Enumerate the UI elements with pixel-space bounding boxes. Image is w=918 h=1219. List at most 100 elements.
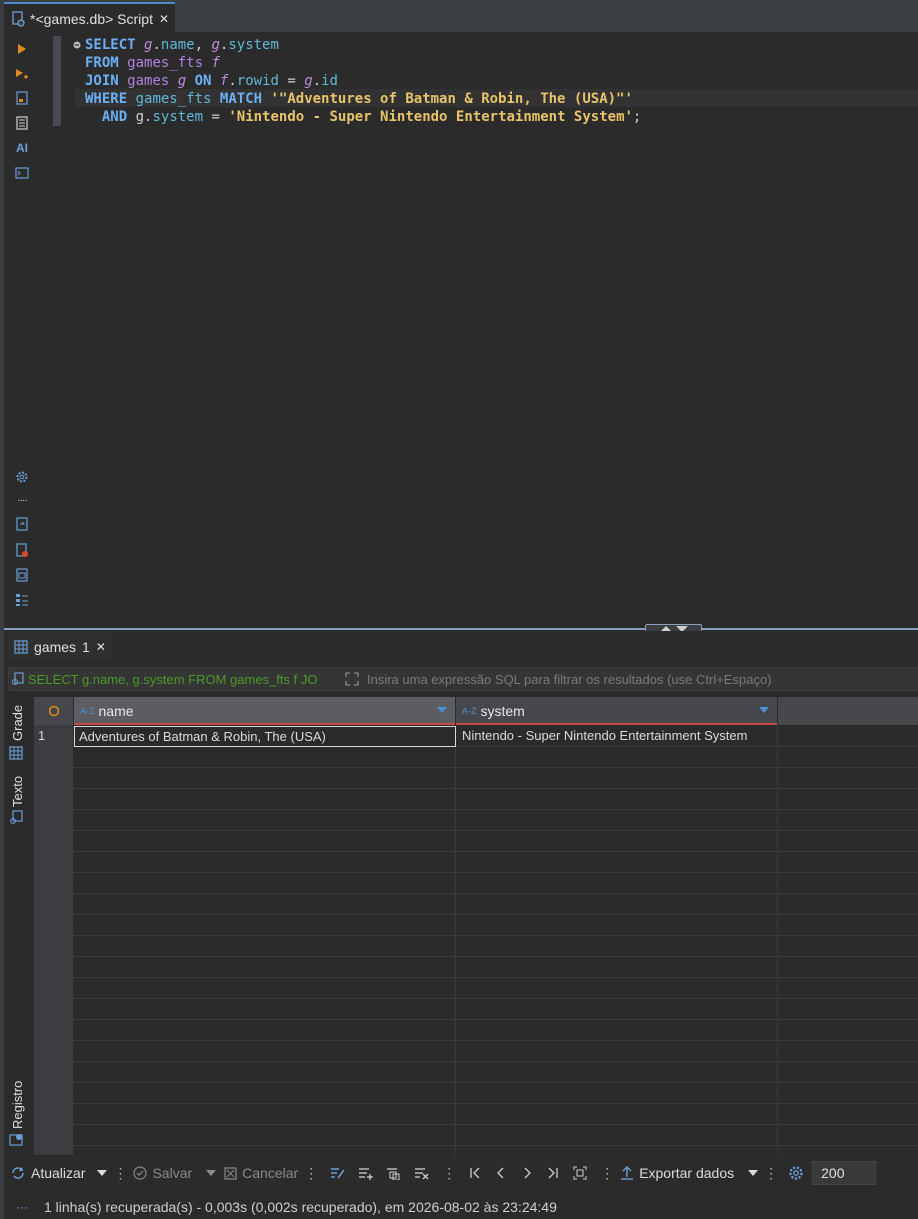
sql-line-2: FROM games_fts f — [85, 54, 220, 72]
problems-icon[interactable] — [14, 542, 30, 558]
record-view-icon[interactable] — [9, 1132, 23, 1146]
sort-filter-dropdown-icon[interactable] — [437, 707, 447, 713]
sql-column: name — [160, 37, 195, 53]
next-page-icon[interactable] — [521, 1166, 533, 1180]
row-divider — [34, 767, 918, 768]
sql-line-3: JOIN games g ON f.rowid = g.id — [85, 73, 338, 89]
sql-keyword: MATCH — [219, 91, 263, 107]
filter-input-placeholder[interactable]: Insira uma expressão SQL para filtrar os… — [367, 672, 772, 687]
tab-text[interactable]: Texto — [10, 776, 25, 807]
export-dropdown-icon[interactable] — [748, 1170, 759, 1176]
status-more-icon[interactable]: ··· — [16, 1200, 28, 1214]
last-page-icon[interactable] — [547, 1166, 559, 1180]
sql-keyword: JOIN — [85, 73, 119, 89]
results-tab-games[interactable]: games 1 ✕ — [8, 633, 112, 661]
previous-page-icon[interactable] — [495, 1166, 507, 1180]
statement-marker — [53, 36, 61, 126]
row-divider — [34, 1040, 918, 1041]
first-page-icon[interactable] — [469, 1166, 481, 1180]
sql-keyword: WHERE — [85, 91, 128, 107]
sql-line-4: WHERE games_fts MATCH '"Adventures of Ba… — [85, 90, 633, 108]
sql-alias: g — [211, 37, 220, 53]
copy-row-icon[interactable] — [386, 1166, 402, 1180]
sql-table: games — [127, 73, 170, 89]
add-row-icon[interactable] — [358, 1166, 374, 1180]
fetch-all-icon[interactable] — [573, 1166, 587, 1180]
refresh-dropdown-icon[interactable] — [97, 1170, 108, 1176]
outline-icon[interactable] — [14, 592, 30, 608]
filter-sql-text: SELECT g.name, g.system FROM games_fts f… — [28, 671, 318, 687]
sql-column: rowid — [236, 73, 279, 89]
load-script-icon[interactable] — [14, 115, 30, 131]
sql-column: id — [321, 73, 338, 89]
column-header-label: system — [480, 703, 525, 719]
editor-tab-script[interactable]: *<games.db> Script ✕ — [4, 2, 176, 34]
gear-icon[interactable] — [788, 1165, 804, 1181]
results-filter-bar[interactable]: SELECT g.name, g.system FROM games_fts f… — [8, 667, 918, 691]
grid-icon[interactable] — [9, 746, 23, 760]
tab-record[interactable]: Registro — [10, 1081, 25, 1129]
panel-splitter[interactable] — [4, 628, 918, 630]
sql-script-icon — [12, 11, 25, 27]
cancel-label: Cancelar — [242, 1165, 299, 1181]
export-script-icon[interactable] — [14, 516, 30, 532]
output-icon[interactable] — [14, 567, 30, 583]
row-divider — [34, 788, 918, 789]
save-label: Salvar — [152, 1165, 193, 1181]
run-script-icon[interactable] — [14, 66, 30, 82]
delete-row-icon[interactable] — [414, 1166, 430, 1180]
editor-tab-bar: *<games.db> Script ✕ — [0, 0, 918, 34]
table-icon — [14, 640, 28, 654]
run-statement-icon[interactable] — [14, 41, 30, 57]
filter-sql-preview[interactable]: SELECT g.name, g.system FROM games_fts f… — [9, 672, 341, 687]
row-number-header[interactable] — [34, 697, 74, 725]
table-cell-name[interactable]: Adventures of Batman & Robin, The (USA) — [74, 726, 456, 747]
toolbar-separator: ⋮ — [442, 1164, 457, 1181]
cancel-button[interactable]: Cancelar — [224, 1165, 298, 1181]
row-divider — [34, 1019, 918, 1020]
settings-icon[interactable] — [14, 469, 30, 485]
result-limit-input[interactable]: 200 — [812, 1161, 877, 1185]
sql-column: system — [228, 37, 279, 53]
results-tab-count: 1 — [82, 639, 90, 655]
sql-filter-icon — [12, 672, 24, 685]
row-divider — [34, 935, 918, 936]
save-button[interactable]: Salvar — [133, 1165, 192, 1181]
text-view-icon[interactable] — [9, 810, 23, 824]
column-header-underline — [456, 723, 777, 725]
sql-editor[interactable]: SELECT g.name, g.system FROM games_fts f… — [40, 32, 918, 628]
close-icon[interactable]: ✕ — [159, 12, 169, 26]
tab-grid[interactable]: Grade — [10, 705, 25, 741]
open-console-icon[interactable] — [14, 165, 30, 181]
explain-plan-icon[interactable] — [14, 90, 30, 106]
fold-icon[interactable] — [73, 41, 81, 49]
result-grid[interactable]: A-Z name A-Z system 1 Adventures of Batm… — [34, 697, 918, 1155]
export-label: Exportar dados — [639, 1165, 735, 1181]
row-divider — [34, 1061, 918, 1062]
column-divider — [455, 725, 456, 1155]
export-icon — [621, 1166, 634, 1180]
row-divider — [34, 1124, 918, 1125]
row-divider — [34, 956, 918, 957]
sql-alias: g — [177, 73, 187, 89]
sql-keyword: SELECT — [85, 37, 136, 53]
sql-alias: g — [135, 109, 145, 125]
editor-tab-title: *<games.db> Script — [30, 11, 153, 27]
column-divider — [777, 725, 778, 1155]
row-select-all-icon[interactable] — [48, 705, 60, 717]
close-icon[interactable]: ✕ — [96, 640, 106, 654]
ai-assist-icon[interactable]: AI — [14, 140, 30, 156]
more-icon[interactable]: ···· — [14, 492, 30, 508]
column-header-system[interactable]: A-Z system — [456, 697, 778, 725]
sql-column: system — [152, 109, 204, 125]
refresh-button[interactable]: Atualizar — [10, 1165, 85, 1181]
save-dropdown-icon[interactable] — [206, 1170, 217, 1176]
column-header-name[interactable]: A-Z name — [74, 697, 456, 725]
edit-cell-icon[interactable] — [330, 1166, 346, 1180]
toolbar-separator: ⋮ — [113, 1164, 128, 1181]
expand-filter-icon[interactable] — [345, 672, 359, 686]
table-cell-system[interactable]: Nintendo - Super Nintendo Entertainment … — [462, 726, 747, 746]
row-number[interactable]: 1 — [38, 726, 45, 746]
sort-filter-dropdown-icon[interactable] — [759, 707, 769, 713]
export-data-button[interactable]: Exportar dados — [620, 1165, 734, 1181]
